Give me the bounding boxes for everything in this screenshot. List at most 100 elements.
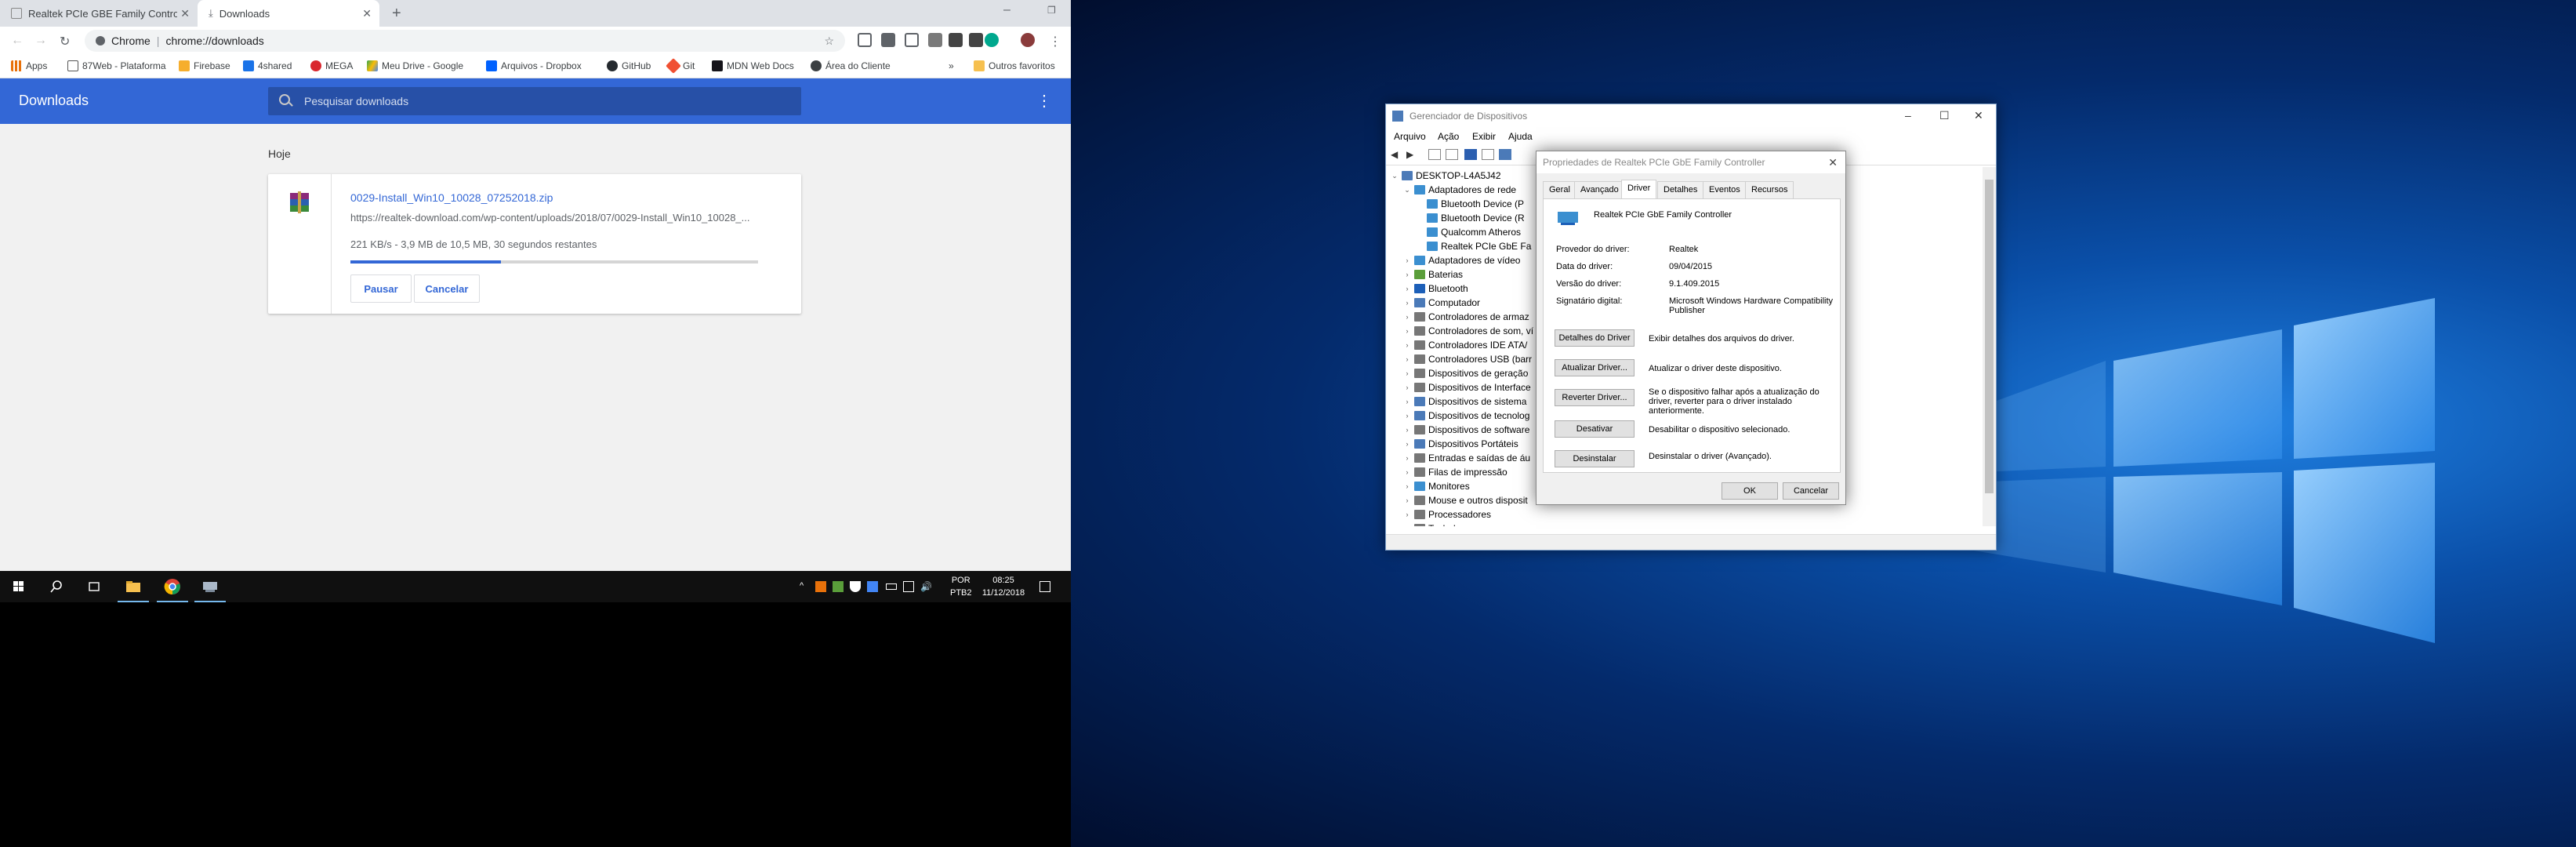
- minimize-button[interactable]: –: [1003, 3, 1010, 17]
- battery-icon[interactable]: [886, 583, 897, 590]
- extension-icon[interactable]: [881, 33, 895, 47]
- extension-icon[interactable]: [905, 33, 919, 47]
- bookmark-87web[interactable]: 87Web - Plataforma: [67, 60, 166, 71]
- chevron-right-icon[interactable]: ›: [1403, 285, 1411, 293]
- scan-icon[interactable]: [1499, 149, 1511, 160]
- update-driver-button[interactable]: Atualizar Driver...: [1555, 359, 1634, 376]
- help-icon[interactable]: [1464, 149, 1477, 160]
- maximize-button[interactable]: ❐: [1047, 5, 1056, 16]
- uninstall-driver-button[interactable]: Desinstalar: [1555, 450, 1634, 467]
- search-input[interactable]: Pesquisar downloads: [268, 87, 801, 115]
- star-icon[interactable]: ☆: [824, 35, 834, 48]
- extension-icon[interactable]: [928, 33, 942, 47]
- tray-app-icon[interactable]: [815, 581, 826, 592]
- close-button[interactable]: ✕: [1974, 109, 1983, 122]
- extension-icon[interactable]: [969, 33, 983, 47]
- tree-item[interactable]: › Dispositivos de sistema: [1403, 394, 1527, 409]
- chevron-right-icon[interactable]: ›: [1403, 384, 1411, 391]
- chevron-right-icon[interactable]: ›: [1403, 341, 1411, 349]
- back-arrow-icon[interactable]: ◀: [1391, 149, 1403, 160]
- disable-device-button[interactable]: Desativar: [1555, 420, 1634, 438]
- maximize-button[interactable]: ☐: [1939, 109, 1950, 122]
- gmail-icon[interactable]: [858, 33, 872, 47]
- window-titlebar[interactable]: Gerenciador de Dispositivos – ☐ ✕: [1386, 104, 1996, 128]
- file-explorer-icon[interactable]: [124, 577, 143, 596]
- avatar[interactable]: [1021, 33, 1035, 47]
- tree-item[interactable]: › Dispositivos de geração: [1403, 366, 1529, 380]
- rollback-driver-button[interactable]: Reverter Driver...: [1555, 389, 1634, 406]
- reload-icon[interactable]: ↻: [60, 34, 70, 49]
- tray-app-icon[interactable]: [867, 581, 878, 592]
- tree-item[interactable]: ⌄ Adaptadores de rede: [1403, 183, 1516, 197]
- bookmark-github[interactable]: GitHub: [607, 60, 651, 71]
- tree-item[interactable]: › Entradas e saídas de áu: [1403, 451, 1531, 465]
- close-icon[interactable]: ✕: [362, 7, 372, 20]
- tab-downloads[interactable]: ⤓ Downloads ✕: [198, 0, 379, 27]
- bookmark-mdn[interactable]: MDN Web Docs: [712, 60, 794, 71]
- bookmark-other-favorites[interactable]: Outros favoritos: [974, 60, 1055, 71]
- tab-detalhes[interactable]: Detalhes: [1657, 181, 1704, 198]
- forward-arrow-icon[interactable]: →: [34, 34, 47, 48]
- input-language[interactable]: POR PTB2: [950, 574, 972, 599]
- chevron-right-icon[interactable]: ›: [1403, 426, 1411, 434]
- menu-exibir[interactable]: Exibir: [1472, 131, 1496, 142]
- properties-icon[interactable]: [1428, 149, 1441, 160]
- chevron-right-icon[interactable]: ›: [1403, 496, 1411, 504]
- tree-item[interactable]: › Dispositivos de software: [1403, 423, 1530, 437]
- tree-item[interactable]: Qualcomm Atheros: [1416, 225, 1521, 239]
- close-button[interactable]: ✕: [1828, 156, 1838, 169]
- bookmark-mega[interactable]: MEGA: [310, 60, 353, 71]
- tab-realtek[interactable]: Realtek PCIe GBE Family Controll ✕: [0, 0, 198, 27]
- new-tab-button[interactable]: +: [392, 5, 401, 23]
- download-source-url[interactable]: https://realtek-download.com/wp-content/…: [350, 212, 774, 224]
- device-manager-icon[interactable]: [201, 577, 220, 596]
- clock[interactable]: 08:25 11/12/2018: [978, 574, 1029, 599]
- tree-item[interactable]: › Dispositivos de Interface: [1403, 380, 1531, 394]
- chevron-down-icon[interactable]: ⌄: [1403, 186, 1411, 194]
- chevron-right-icon[interactable]: ›: [1403, 398, 1411, 405]
- tree-item[interactable]: › Dispositivos Portáteis: [1403, 437, 1518, 451]
- back-arrow-icon[interactable]: ←: [11, 34, 24, 48]
- extension-icon[interactable]: [949, 33, 963, 47]
- tree-item[interactable]: Bluetooth Device (P: [1416, 197, 1524, 211]
- tree-item[interactable]: › Processadores: [1403, 507, 1492, 522]
- tree-item[interactable]: › Dispositivos de tecnolog: [1403, 409, 1530, 423]
- tree-item[interactable]: › Controladores de armaz: [1403, 310, 1529, 324]
- windows-start-icon[interactable]: [9, 577, 28, 596]
- close-icon[interactable]: ✕: [180, 7, 190, 20]
- tree-item[interactable]: › Controladores de som, ví: [1403, 324, 1534, 338]
- kebab-menu-icon[interactable]: ⋮: [1049, 34, 1061, 49]
- tab-avancado[interactable]: Avançado: [1574, 181, 1625, 198]
- tab-recursos[interactable]: Recursos: [1745, 181, 1794, 198]
- bookmark-apps[interactable]: Apps: [11, 60, 47, 71]
- menu-arquivo[interactable]: Arquivo: [1394, 131, 1426, 142]
- shield-icon[interactable]: [850, 581, 861, 592]
- chevron-right-icon[interactable]: ›: [1403, 511, 1411, 518]
- network-icon[interactable]: [903, 581, 914, 592]
- bookmark-google-drive[interactable]: Meu Drive - Google: [367, 60, 463, 71]
- tree-item[interactable]: › Monitores: [1403, 479, 1470, 493]
- chevron-right-icon[interactable]: ›: [1403, 525, 1411, 526]
- tree-item[interactable]: › Controladores IDE ATA/: [1403, 338, 1528, 352]
- chevron-right-icon[interactable]: ›: [1403, 299, 1411, 307]
- update-icon[interactable]: [1482, 149, 1494, 160]
- tree-item[interactable]: › Teclados: [1403, 522, 1465, 526]
- volume-icon[interactable]: 🔊: [920, 581, 932, 592]
- ok-button[interactable]: OK: [1722, 482, 1778, 500]
- bookmark-4shared[interactable]: 4shared: [243, 60, 292, 71]
- tree-item[interactable]: › Baterias: [1403, 267, 1464, 282]
- kebab-menu-icon[interactable]: ⋮: [1036, 91, 1052, 111]
- chevron-right-icon[interactable]: ›: [1403, 412, 1411, 420]
- chevron-right-icon[interactable]: ›: [1403, 313, 1411, 321]
- search-icon[interactable]: [47, 577, 66, 596]
- pause-button[interactable]: Pausar: [350, 274, 412, 303]
- chevron-right-icon[interactable]: ›: [1403, 256, 1411, 264]
- tree-item[interactable]: ⌄ DESKTOP-L4A5J42: [1391, 169, 1500, 183]
- view-icon[interactable]: [1446, 149, 1458, 160]
- bookmarks-overflow-icon[interactable]: »: [949, 60, 954, 71]
- tree-item[interactable]: › Computador: [1403, 296, 1481, 310]
- menu-acao[interactable]: Ação: [1438, 131, 1459, 142]
- tree-item[interactable]: › Filas de impressão: [1403, 465, 1508, 479]
- forward-arrow-icon[interactable]: ▶: [1406, 149, 1419, 160]
- chevron-down-icon[interactable]: ⌄: [1391, 172, 1399, 180]
